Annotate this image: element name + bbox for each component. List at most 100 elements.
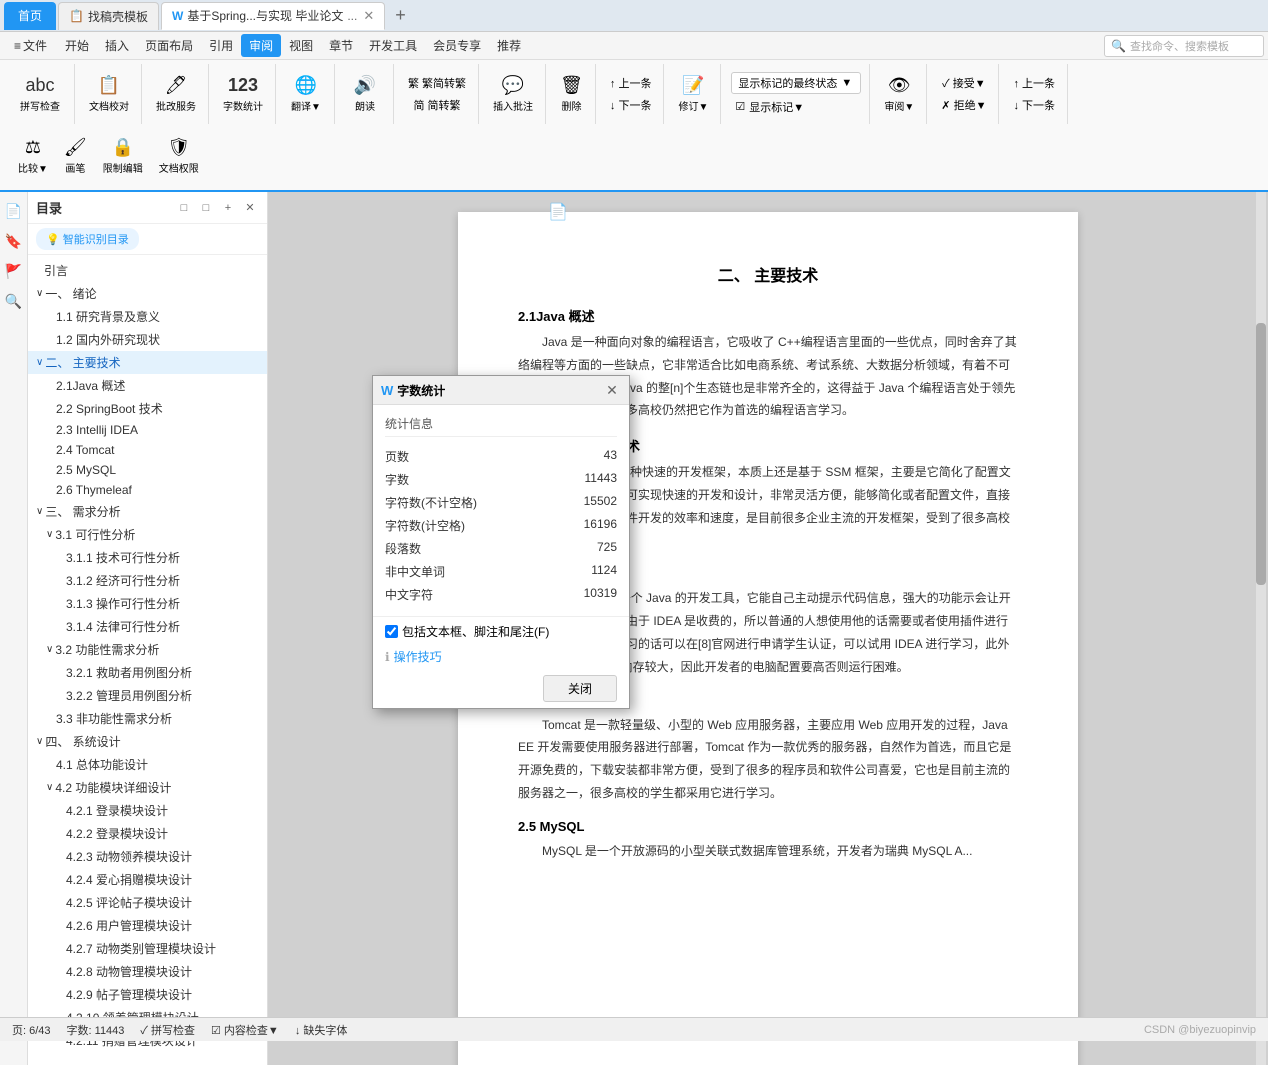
tab-add-button[interactable]: + — [387, 5, 414, 26]
include-textbox-checkbox[interactable] — [385, 625, 398, 638]
scroll-thumb[interactable] — [1256, 323, 1266, 585]
toc-item-4-1[interactable]: 4.1 总体功能设计 — [28, 753, 267, 776]
delete-btn[interactable]: 🗑 删除 — [554, 71, 589, 117]
menu-vip[interactable]: 会员专享 — [425, 34, 489, 57]
dialog-footer: 包括文本框、脚注和尾注(F) ℹ 操作技巧 关闭 — [373, 616, 629, 708]
menu-recommend[interactable]: 推荐 — [489, 34, 529, 57]
toc-item-ch4[interactable]: ∨ 四、 系统设计 — [28, 730, 267, 753]
ribbon-correct-group: 🖊 批改服务 — [144, 64, 209, 124]
toc-item-3-1-2[interactable]: 3.1.2 经济可行性分析 — [28, 569, 267, 592]
tab-home[interactable]: 首页 — [4, 2, 56, 30]
restrict-label: 限制编辑 — [103, 160, 143, 175]
toc-item-4-2[interactable]: ∨ 4.2 功能模块详细设计 — [28, 776, 267, 799]
toc-item-2-3[interactable]: 2.3 Intellij IDEA — [28, 420, 267, 440]
toc-btn3[interactable]: + — [219, 199, 237, 217]
display-select[interactable]: 显示标记的最终状态 ▼ — [731, 72, 861, 94]
font-missing-status[interactable]: ↓ 缺失字体 — [295, 1022, 348, 1038]
compare-btn[interactable]: ⚖ 比较▼ — [12, 133, 54, 179]
toc-item-intro[interactable]: 引言 — [28, 259, 267, 282]
toc-item-2-4[interactable]: 2.4 Tomcat — [28, 440, 267, 460]
toc-item-2-6[interactable]: 2.6 Thymeleaf — [28, 480, 267, 500]
read-btn[interactable]: 🔊 朗读 — [343, 71, 387, 117]
trad-btn[interactable]: 繁 繁简转繁 — [404, 73, 470, 93]
toc-item-4-2-6[interactable]: 4.2.6 用户管理模块设计 — [28, 914, 267, 937]
tab-close-icon[interactable]: ✕ — [363, 8, 374, 24]
restrict-btn[interactable]: 🔒 限制编辑 — [97, 133, 149, 179]
toc-item-3-1[interactable]: ∨ 3.1 可行性分析 — [28, 523, 267, 546]
sidebar-icon-bookmark[interactable]: 🔖 — [3, 230, 25, 252]
menu-chapter[interactable]: 章节 — [321, 34, 361, 57]
tips-link[interactable]: 操作技巧 — [394, 648, 442, 665]
reject-btn[interactable]: ✗ 拒绝▼ — [935, 95, 992, 115]
toc-item-ch1[interactable]: ∨ 一、 绪论 — [28, 282, 267, 305]
next-btn2[interactable]: ↓ 下一条 — [1007, 95, 1061, 115]
menu-layout[interactable]: 页面布局 — [137, 34, 201, 57]
next-comment-btn[interactable]: ↓ 下一条 — [604, 95, 658, 115]
wordcount-btn[interactable]: 123 字数统计 — [217, 71, 269, 117]
sidebar-icon-search[interactable]: 🔍 — [3, 290, 25, 312]
toc-item-4-2-2[interactable]: 4.2.2 登录模块设计 — [28, 822, 267, 845]
sidebar-icon-doc[interactable]: 📄 — [3, 200, 25, 222]
toc-item-4-2-1[interactable]: 4.2.1 登录模块设计 — [28, 799, 267, 822]
toc-btn1[interactable]: □ — [175, 199, 193, 217]
menu-view[interactable]: 视图 — [281, 34, 321, 57]
close-dialog-button[interactable]: 关闭 — [543, 675, 617, 702]
menu-start[interactable]: 开始 — [57, 34, 97, 57]
toc-item-2-5[interactable]: 2.5 MySQL — [28, 460, 267, 480]
brush-btn[interactable]: 🖌 画笔 — [58, 133, 93, 179]
toc-item-3-3[interactable]: 3.3 非功能性需求分析 — [28, 707, 267, 730]
menu-dev[interactable]: 开发工具 — [361, 34, 425, 57]
menu-file[interactable]: ≡ 文件 — [4, 34, 57, 57]
toc-item-3-1-1[interactable]: 3.1.1 技术可行性分析 — [28, 546, 267, 569]
menu-insert[interactable]: 插入 — [97, 34, 137, 57]
permissions-btn[interactable]: 🛡 文档权限 — [153, 133, 205, 179]
toc-btn2[interactable]: □ — [197, 199, 215, 217]
simp-btn[interactable]: 简 简转繁 — [410, 95, 465, 115]
tab-document[interactable]: W 基于Spring...与实现 毕业论文 ... ✕ — [161, 2, 385, 30]
toc-item-2-1[interactable]: 2.1Java 概述 — [28, 374, 267, 397]
menu-search[interactable]: 🔍 查找命令、搜索模板 — [1104, 35, 1264, 57]
doccheck-btn[interactable]: 📋 文档校对 — [83, 71, 135, 117]
accept-btn[interactable]: ✓ 接受▼ — [936, 73, 991, 93]
search-placeholder: 查找命令、搜索模板 — [1130, 38, 1229, 54]
toc-btn4[interactable]: ✕ — [241, 199, 259, 217]
toc-item-3-2-1[interactable]: 3.2.1 救助者用例图分析 — [28, 661, 267, 684]
spell-check-status[interactable]: ✓ 拼写检查 — [140, 1022, 195, 1038]
toc-item-1-1[interactable]: 1.1 研究背景及意义 — [28, 305, 267, 328]
insert-comment-btn[interactable]: 💬 插入批注 — [487, 71, 539, 117]
sidebar-icon-flag[interactable]: 🚩 — [3, 260, 25, 282]
doc-scrollbar[interactable] — [1256, 192, 1266, 1065]
spell-check-btn[interactable]: abc 拼写检查 — [14, 71, 66, 117]
toc-item-2-2[interactable]: 2.2 SpringBoot 技术 — [28, 397, 267, 420]
dialog-close-btn[interactable]: ✕ — [603, 381, 621, 399]
toc-item-4-2-9[interactable]: 4.2.9 帖子管理模块设计 — [28, 983, 267, 1006]
review-label: 审阅▼ — [884, 98, 914, 113]
content-check-status[interactable]: ☑ 内容检查▼ — [211, 1022, 279, 1038]
word-status[interactable]: 字数: 11443 — [67, 1022, 125, 1038]
read-label: 朗读 — [355, 98, 375, 113]
menu-reference[interactable]: 引用 — [201, 34, 241, 57]
show-marks-btn[interactable]: ☑ 显示标记▼ — [731, 97, 808, 117]
toc-item-ch3[interactable]: ∨ 三、 需求分析 — [28, 500, 267, 523]
correct-btn[interactable]: 🖊 批改服务 — [150, 71, 202, 117]
brush-icon: 🖌 — [64, 137, 87, 158]
toc-item-3-1-3[interactable]: 3.1.3 操作可行性分析 — [28, 592, 267, 615]
toc-item-3-1-4[interactable]: 3.1.4 法律可行性分析 — [28, 615, 267, 638]
menu-review[interactable]: 审阅 — [241, 34, 281, 57]
toc-item-4-2-4[interactable]: 4.2.4 爱心捐赠模块设计 — [28, 868, 267, 891]
toc-item-1-2[interactable]: 1.2 国内外研究现状 — [28, 328, 267, 351]
smart-badge[interactable]: 💡 智能识别目录 — [36, 228, 139, 250]
tab-templates[interactable]: 📋 找稿壳模板 — [58, 2, 159, 30]
revision-btn[interactable]: 📝 修订▼ — [672, 71, 714, 117]
toc-item-4-2-8[interactable]: 4.2.8 动物管理模块设计 — [28, 960, 267, 983]
prev-btn2[interactable]: ↑ 上一条 — [1007, 73, 1061, 93]
translate-btn[interactable]: 🌐 翻译▼ — [284, 71, 328, 117]
review-btn[interactable]: 👁 审阅▼ — [878, 71, 920, 117]
toc-item-ch2[interactable]: ∨ 二、 主要技术 — [28, 351, 267, 374]
toc-item-3-2[interactable]: ∨ 3.2 功能性需求分析 — [28, 638, 267, 661]
toc-item-4-2-7[interactable]: 4.2.7 动物类别管理模块设计 — [28, 937, 267, 960]
toc-item-3-2-2[interactable]: 3.2.2 管理员用例图分析 — [28, 684, 267, 707]
toc-item-4-2-5[interactable]: 4.2.5 评论帖子模块设计 — [28, 891, 267, 914]
toc-item-4-2-3[interactable]: 4.2.3 动物领养模块设计 — [28, 845, 267, 868]
prev-comment-btn[interactable]: ↑ 上一条 — [604, 73, 658, 93]
